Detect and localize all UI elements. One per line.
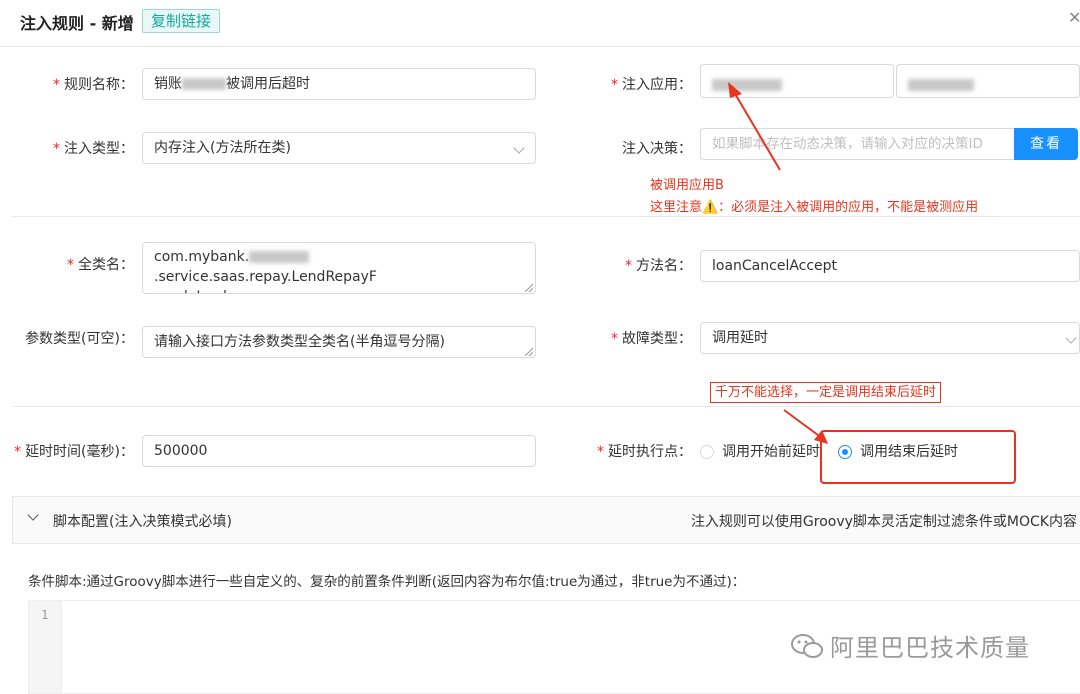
param-type-label: 参数类型(可空)：: [25, 331, 134, 347]
view-button[interactable]: 查看: [1014, 128, 1078, 160]
wechat-icon: [791, 633, 823, 658]
line-number-gutter: 1: [29, 601, 62, 693]
resize-handle[interactable]: [525, 348, 533, 356]
method-name-label: * 方法名：: [625, 258, 692, 274]
condition-script-label: 条件脚本:通过Groovy脚本进行一些自定义的、复杂的前置条件判断(返回内容为布…: [28, 574, 746, 590]
resize-handle[interactable]: [525, 284, 533, 292]
annotation-note-2: 这里注意⚠️：必须是注入被调用的应用，不能是被测应用: [650, 200, 979, 215]
annotation-highlight-box: [820, 430, 1016, 484]
page-title: 注入规则 - 新增: [20, 14, 134, 33]
fault-type-select[interactable]: 调用延时: [700, 322, 1080, 354]
delay-time-input[interactable]: 500000: [142, 435, 536, 467]
class-name-textarea[interactable]: com.mybank..service.saas.repay.LendRepay…: [142, 242, 536, 294]
inject-decision-label: 注入决策：: [622, 141, 692, 157]
close-icon[interactable]: ✕: [1068, 8, 1080, 27]
section-divider-2: [12, 406, 1080, 407]
delay-time-label: * 延时时间(毫秒)：: [14, 444, 134, 460]
annotation-arrow-1: [728, 82, 781, 171]
method-name-input[interactable]: loanCancelAccept: [700, 250, 1080, 282]
inject-type-label: * 注入类型：: [53, 141, 134, 157]
watermark: 阿里巴巴技术质量: [790, 628, 1030, 663]
header-divider: [0, 46, 1080, 47]
param-type-textarea[interactable]: 请输入接口方法参数类型全类名(半角逗号分隔): [142, 326, 536, 358]
annotation-callout: 千万不能选择，一定是调用结束后延时: [710, 382, 942, 403]
inject-app-secondary-select[interactable]: [896, 64, 1080, 98]
chevron-down-icon: [27, 509, 39, 521]
script-panel-title: 脚本配置(注入决策模式必填): [53, 514, 232, 530]
delay-point-label: * 延时执行点：: [597, 444, 692, 460]
section-divider-1: [12, 216, 1080, 217]
rule-name-label: * 规则名称：: [53, 77, 134, 93]
script-panel-hint: 注入规则可以使用Groovy脚本灵活定制过滤条件或MOCK内容: [690, 514, 1077, 530]
class-name-label: * 全类名：: [67, 257, 134, 273]
redacted-package: [249, 251, 310, 263]
chevron-down-icon: [1065, 332, 1077, 344]
redacted-text: [182, 78, 226, 90]
annotation-note-1: 被调用应用B: [650, 178, 724, 193]
script-panel-header[interactable]: 脚本配置(注入决策模式必填) 注入规则可以使用Groovy脚本灵活定制过滤条件或…: [12, 496, 1080, 544]
radio-before[interactable]: 调用开始前延时: [700, 442, 820, 462]
fault-type-label: * 故障类型：: [611, 331, 692, 347]
rule-name-input[interactable]: 销账 被调用后超时: [142, 68, 536, 100]
inject-type-select[interactable]: 内存注入(方法所在类): [142, 132, 536, 164]
chevron-down-icon: [513, 142, 525, 154]
inject-app-label: * 注入应用：: [611, 77, 692, 93]
redacted-app-2: [908, 79, 974, 91]
copy-link-button[interactable]: 复制链接: [142, 9, 221, 33]
watermark-text: 阿里巴巴技术质量: [830, 634, 1030, 662]
radio-before-circle[interactable]: [700, 445, 714, 459]
